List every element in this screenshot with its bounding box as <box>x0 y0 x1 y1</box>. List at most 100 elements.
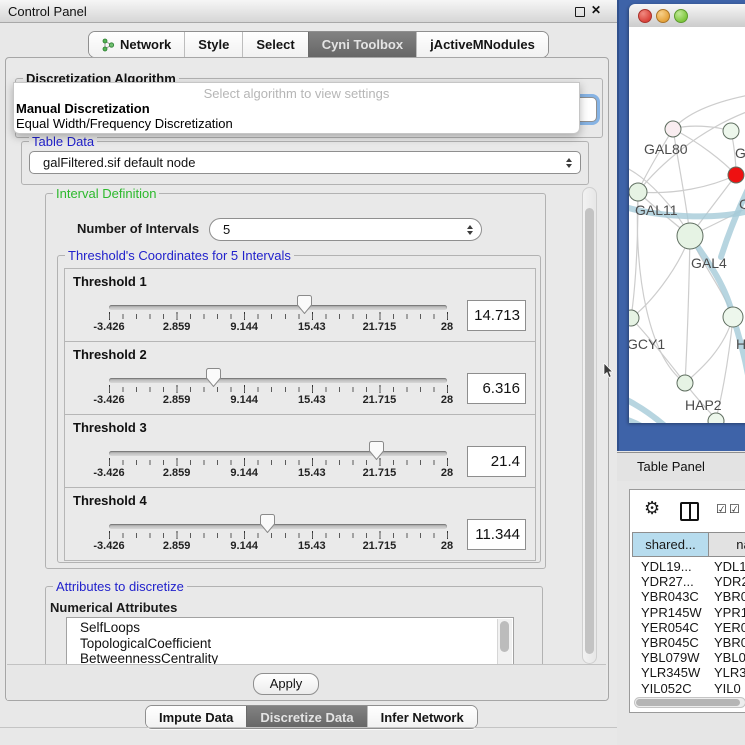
tab-select[interactable]: Select <box>242 32 307 57</box>
numerical-attributes-list[interactable]: SelfLoopsTopologicalCoefficientBetweenne… <box>66 617 514 664</box>
network-node[interactable] <box>629 183 647 201</box>
scrollbar-thumb[interactable] <box>500 621 509 652</box>
attribute-list-item[interactable]: BetweennessCentrality <box>67 651 513 664</box>
tab-label: Infer Network <box>381 710 464 725</box>
checkbox-icon[interactable]: ☑ <box>716 502 727 516</box>
threshold-label: Threshold 2 <box>73 347 147 362</box>
tab-style[interactable]: Style <box>184 32 242 57</box>
slider-thumb[interactable] <box>297 295 312 314</box>
tab-network[interactable]: Network <box>89 32 184 57</box>
table-row[interactable]: YLR345WYLR3 <box>632 665 745 680</box>
slider-tick-labels: -3.4262.8599.14415.4321.71528 <box>109 540 447 553</box>
slider-thumb[interactable] <box>369 441 384 460</box>
table-data-combobox[interactable]: galFiltered.sif default node <box>29 151 581 174</box>
attribute-list-item[interactable]: SelfLoops <box>67 620 513 636</box>
checkbox-icon[interactable]: ☑ <box>729 502 740 516</box>
table-data-value: galFiltered.sif default node <box>43 155 195 170</box>
network-node[interactable] <box>723 307 743 327</box>
tick-label: 21.715 <box>363 467 397 479</box>
cell-shared-name: YER054C <box>632 620 709 635</box>
table-row[interactable]: YDL19...YDL1 <box>632 559 745 574</box>
minimize-traffic-light-icon[interactable] <box>656 9 670 23</box>
close-traffic-light-icon[interactable] <box>638 9 652 23</box>
scrollbar-thumb[interactable] <box>585 208 594 654</box>
intervals-value: 5 <box>223 222 230 237</box>
slider-minor-ticks <box>109 387 448 392</box>
tab-infer-network[interactable]: Infer Network <box>367 706 477 728</box>
tick-label: 21.715 <box>363 321 397 333</box>
network-node[interactable] <box>723 123 739 139</box>
column-settings-icon[interactable] <box>680 502 699 521</box>
threshold-value-field[interactable]: 21.4 <box>467 446 526 477</box>
tab-jactivemnodules[interactable]: jActiveMNodules <box>416 32 548 57</box>
group-title: Table Data <box>29 134 97 149</box>
settings-scroll-area: Interval Definition Number of Intervals … <box>13 187 582 664</box>
algorithm-dropdown-popup: Select algorithm to view settings Manual… <box>13 82 580 134</box>
threshold-value-field[interactable]: 11.344 <box>467 519 526 550</box>
tick-label: 2.859 <box>163 394 191 406</box>
scrollbar-thumb[interactable] <box>636 699 740 706</box>
slider-track[interactable] <box>109 378 447 383</box>
table-row[interactable]: YBL079WYBL0 <box>632 650 745 665</box>
zoom-traffic-light-icon[interactable] <box>674 9 688 23</box>
table-panel-header: Table Panel <box>617 452 745 482</box>
column-header-name[interactable]: na <box>709 532 745 557</box>
tick-label: 15.43 <box>298 321 326 333</box>
network-canvas[interactable]: GAL80GAGAL11CGAL4HGCY1HAP2 <box>629 27 745 423</box>
column-header-shared-name[interactable]: shared... <box>632 532 709 557</box>
threshold-row: Threshold 3 -3.4262.8599.14415.4321.7152… <box>64 414 536 488</box>
table-row[interactable]: YER054CYER0 <box>632 620 745 635</box>
table-horizontal-scrollbar[interactable] <box>634 697 745 708</box>
panel-scrollbar[interactable] <box>582 187 597 664</box>
tab-label: Cyni Toolbox <box>322 37 403 52</box>
network-node[interactable] <box>665 121 681 137</box>
list-scrollbar[interactable] <box>497 619 512 664</box>
table-row[interactable]: YDR27...YDR2 <box>632 574 745 589</box>
slider-track[interactable] <box>109 524 447 529</box>
slider-thumb[interactable] <box>260 514 275 533</box>
slider-minor-ticks <box>109 460 448 465</box>
attribute-list-item[interactable]: TopologicalCoefficient <box>67 636 513 652</box>
cell-shared-name: YBL079W <box>632 650 709 665</box>
network-node[interactable] <box>677 223 703 249</box>
number-of-intervals-combobox[interactable]: 5 <box>209 218 482 241</box>
table-row[interactable]: YPR145WYPR1 <box>632 605 745 620</box>
tick-label: -3.426 <box>93 394 124 406</box>
network-node[interactable] <box>708 413 724 423</box>
threshold-value-field[interactable]: 14.713 <box>467 300 526 331</box>
threshold-label: Threshold 4 <box>73 493 147 508</box>
dropdown-option-manual[interactable]: Manual Discretization <box>16 101 150 116</box>
gear-icon[interactable]: ⚙ <box>644 499 660 517</box>
cell-name: YPR1 <box>709 605 745 620</box>
tab-cyni-toolbox[interactable]: Cyni Toolbox <box>308 32 416 57</box>
table-header-row: shared... na <box>632 532 745 557</box>
slider-thumb[interactable] <box>206 368 221 387</box>
tab-discretize-data[interactable]: Discretize Data <box>246 706 366 728</box>
threshold-value-field[interactable]: 6.316 <box>467 373 526 404</box>
network-node[interactable] <box>728 167 744 183</box>
cell-name: YDR2 <box>709 574 745 589</box>
tab-impute-data[interactable]: Impute Data <box>146 706 246 728</box>
group-title: Interval Definition <box>53 187 159 201</box>
threshold-label: Threshold 3 <box>73 420 147 435</box>
tick-label: 28 <box>441 540 453 552</box>
tab-label: Impute Data <box>159 710 233 725</box>
threshold-row: Threshold 2 -3.4262.8599.14415.4321.7152… <box>64 341 536 415</box>
network-window: GAL80GAGAL11CGAL4HGCY1HAP2 <box>629 4 745 423</box>
apply-button[interactable]: Apply <box>253 673 319 695</box>
tick-label: 21.715 <box>363 394 397 406</box>
dropdown-option-equal-width[interactable]: Equal Width/Frequency Discretization <box>16 116 233 131</box>
table-row[interactable]: YBR043CYBR0 <box>632 589 745 604</box>
mouse-cursor <box>603 363 615 379</box>
close-icon[interactable]: ✕ <box>591 3 601 17</box>
slider-track[interactable] <box>109 451 447 456</box>
table-row[interactable]: YIL052CYIL0 <box>632 681 745 696</box>
network-node[interactable] <box>677 375 693 391</box>
float-window-icon[interactable] <box>575 7 585 17</box>
slider-track[interactable] <box>109 305 447 310</box>
threshold-label: Threshold 1 <box>73 274 147 289</box>
table-row[interactable]: YBR045CYBR0 <box>632 635 745 650</box>
group-title: Attributes to discretize <box>53 579 187 594</box>
tick-label: 2.859 <box>163 467 191 479</box>
table-data-group: Table Data galFiltered.sif default node <box>21 141 589 185</box>
